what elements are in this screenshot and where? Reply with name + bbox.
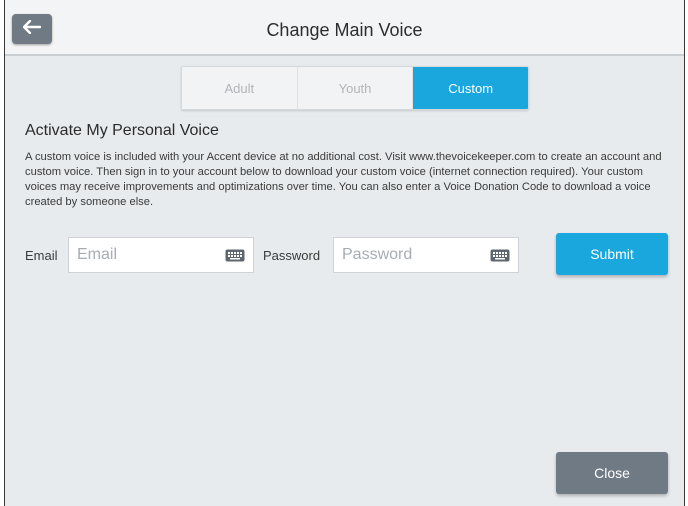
- password-label: Password: [263, 248, 321, 263]
- section-description: A custom voice is included with your Acc…: [25, 151, 662, 208]
- submit-button[interactable]: Submit: [556, 233, 668, 275]
- voice-type-tabs: Adult Youth Custom: [181, 66, 529, 110]
- close-button[interactable]: Close: [556, 452, 668, 494]
- header-bar: Change Main Voice: [5, 0, 684, 56]
- tab-youth[interactable]: Youth: [297, 67, 414, 109]
- dialog-frame: Change Main Voice Adult Youth Custom Act…: [4, 0, 685, 506]
- tab-adult[interactable]: Adult: [182, 67, 298, 109]
- password-field[interactable]: [340, 245, 484, 265]
- password-field-box: [333, 237, 519, 273]
- keyboard-icon[interactable]: [490, 249, 510, 262]
- tab-custom[interactable]: Custom: [413, 67, 528, 109]
- page-title: Change Main Voice: [266, 20, 423, 40]
- email-field-box: [68, 237, 254, 273]
- section-heading: Activate My Personal Voice: [25, 122, 219, 139]
- keyboard-icon[interactable]: [225, 249, 245, 262]
- email-label: Email: [25, 248, 58, 263]
- email-field[interactable]: [75, 245, 219, 265]
